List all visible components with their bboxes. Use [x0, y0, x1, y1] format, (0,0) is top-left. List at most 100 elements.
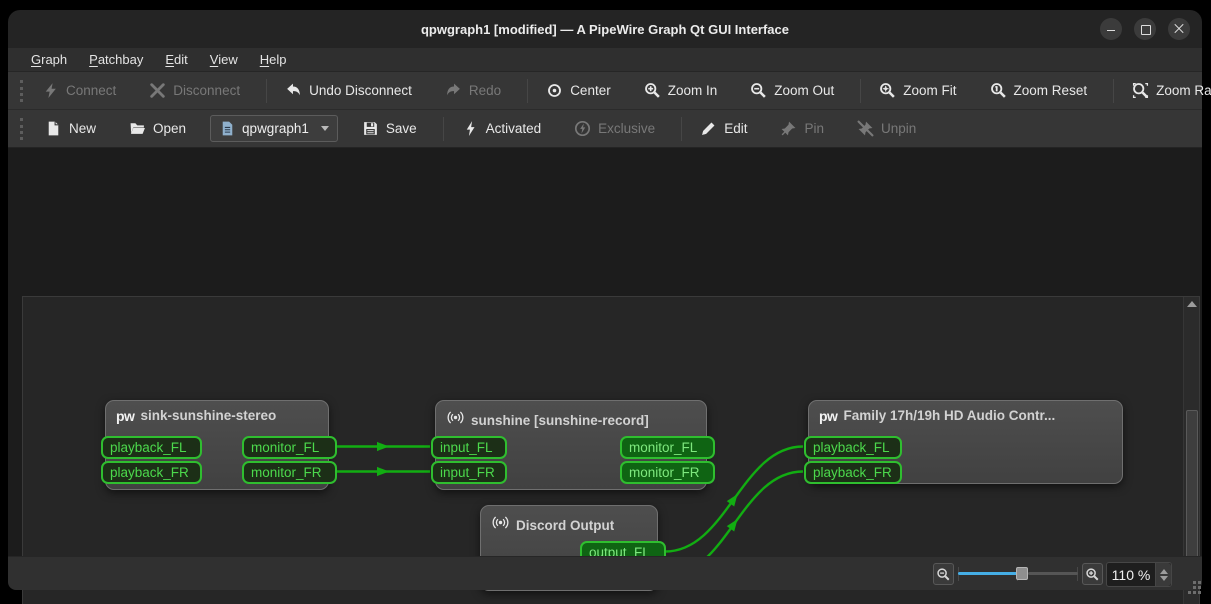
pipewire-icon: pw — [116, 407, 135, 424]
zoom-spinbox[interactable]: 110 % — [1106, 562, 1172, 587]
node-header: pw sink-sunshine-stereo — [106, 401, 328, 423]
exclusive-icon — [574, 120, 591, 137]
zoom-slider-filled[interactable] — [958, 572, 1018, 575]
toolbar-file: New Open qpwgraph1 Save Activated Exclusive Ed… — [8, 110, 1202, 148]
menu-patchbay[interactable]: Patchbay — [80, 49, 152, 70]
port-out-monitor-fl[interactable]: monitor_FL — [242, 436, 337, 459]
port-in-playback-fl[interactable]: playback_FL — [101, 436, 202, 459]
pipewire-icon: pw — [819, 407, 838, 424]
menubar: Graph Patchbay Edit View Help — [8, 48, 1202, 72]
toolbar-separator — [681, 116, 683, 141]
toolbar-main: Connect Disconnect Undo Disconnect Redo Cent… — [8, 72, 1211, 110]
zoom-reset-button[interactable]: Zoom Reset — [981, 77, 1097, 104]
node-sink-sunshine-stereo[interactable]: pw sink-sunshine-stereo playback_FL playbac… — [101, 400, 337, 490]
zoom-range-button[interactable]: Zoom Range — [1123, 77, 1211, 104]
port-in-playback-fr[interactable]: playback_FR — [804, 461, 902, 484]
menu-view[interactable]: View — [201, 49, 247, 70]
save-button[interactable]: Save — [353, 115, 426, 142]
toolbar-button-label: Save — [385, 121, 417, 136]
port-in-playback-fr[interactable]: playback_FR — [101, 461, 202, 484]
node-family-hd-audio[interactable]: pw Family 17h/19h HD Audio Contr... playba… — [804, 400, 1123, 484]
zoom-in-button[interactable] — [1082, 563, 1103, 585]
connect-button[interactable]: Connect — [33, 77, 125, 104]
port-in-playback-fl[interactable]: playback_FL — [804, 436, 902, 459]
node-title: sunshine [sunshine-record] — [471, 412, 649, 428]
open-icon — [129, 120, 146, 137]
toolbar-button-label: Zoom Fit — [903, 83, 957, 98]
maximize-icon — [1140, 24, 1151, 35]
window-title: qpwgraph1 [modified] — A PipeWire Graph … — [420, 21, 789, 37]
zoom-spin-buttons[interactable] — [1155, 563, 1171, 586]
arrow-up-icon — [1187, 301, 1197, 307]
close-button[interactable] — [1168, 18, 1190, 40]
pin-button[interactable]: Pin — [771, 115, 833, 142]
port-out-monitor-fl[interactable]: monitor_FL — [620, 436, 715, 459]
undo-disconnect-button[interactable]: Undo Disconnect — [276, 77, 421, 104]
toolbar-button-label: Undo Disconnect — [309, 83, 412, 98]
zoom-out-button[interactable]: Zoom Out — [741, 77, 843, 104]
port-out-monitor-fr[interactable]: monitor_FR — [242, 461, 337, 484]
toolbar-separator — [442, 116, 444, 141]
center-button[interactable]: Center — [537, 77, 620, 104]
toolbar-button-label: Exclusive — [598, 121, 656, 136]
toolbar-button-label: Connect — [66, 83, 117, 98]
close-icon — [1174, 24, 1184, 34]
undo-icon — [285, 82, 302, 99]
edit-icon — [700, 120, 717, 137]
node-header: Discord Output — [481, 506, 657, 537]
toolbar-separator — [1113, 78, 1115, 103]
chevron-down-icon — [320, 126, 329, 131]
spin-up-icon — [1159, 568, 1168, 574]
node-sunshine[interactable]: sunshine [sunshine-record] input_FL input_… — [431, 400, 715, 490]
menu-edit[interactable]: Edit — [156, 49, 196, 70]
redo-button[interactable]: Redo — [436, 77, 510, 104]
zoom-in-button[interactable]: Zoom In — [635, 77, 727, 104]
unpin-icon — [857, 120, 874, 137]
node-header: sunshine [sunshine-record] — [436, 401, 706, 432]
stream-icon — [446, 408, 465, 432]
vertical-scroll-handle[interactable] — [1186, 410, 1198, 575]
zoom-out-icon — [750, 82, 767, 99]
spin-down-icon — [1159, 575, 1168, 581]
node-title: sink-sunshine-stereo — [140, 408, 277, 423]
zoom-fit-icon — [879, 82, 896, 99]
connect-icon — [42, 82, 59, 99]
unpin-button[interactable]: Unpin — [848, 115, 925, 142]
activated-button[interactable]: Activated — [453, 115, 551, 142]
toolbar-button-label: Activated — [485, 121, 542, 136]
disconnect-icon — [149, 82, 166, 99]
zoom-out-button[interactable] — [933, 563, 954, 585]
statusbar: 110 % — [8, 556, 1202, 590]
size-grip[interactable] — [1193, 581, 1196, 584]
maximize-button[interactable] — [1134, 18, 1156, 40]
scroll-up-button[interactable] — [1185, 297, 1199, 311]
zoom-reset-icon — [990, 82, 1007, 99]
menu-help[interactable]: Help — [251, 49, 296, 70]
port-in-input-fr[interactable]: input_FR — [431, 461, 507, 484]
edit-button[interactable]: Edit — [691, 115, 756, 142]
titlebar[interactable]: qpwgraph1 [modified] — A PipeWire Graph … — [8, 10, 1202, 48]
activated-icon — [462, 120, 479, 137]
exclusive-button[interactable]: Exclusive — [565, 115, 664, 142]
zoom-slider-track[interactable] — [1028, 572, 1078, 575]
toolbar-button-label: Center — [570, 83, 611, 98]
stream-icon — [491, 513, 510, 537]
minimize-button[interactable] — [1100, 18, 1122, 40]
menu-graph[interactable]: Graph — [22, 49, 76, 70]
toolbar-drag-handle[interactable] — [20, 79, 23, 102]
disconnect-button[interactable]: Disconnect — [140, 77, 249, 104]
open-button[interactable]: Open — [120, 115, 195, 142]
patchbay-selector[interactable]: qpwgraph1 — [210, 115, 338, 142]
port-out-monitor-fr[interactable]: monitor_FR — [620, 461, 715, 484]
new-button[interactable]: New — [36, 115, 105, 142]
node-title: Discord Output — [516, 517, 615, 533]
window-controls — [1100, 18, 1190, 40]
toolbar-separator — [266, 78, 268, 103]
toolbar-drag-handle[interactable] — [20, 117, 26, 140]
node-title: Family 17h/19h HD Audio Contr... — [843, 408, 1056, 423]
file-icon — [219, 120, 236, 137]
zoom-slider-handle[interactable] — [1016, 567, 1028, 580]
zoom-fit-button[interactable]: Zoom Fit — [870, 77, 965, 104]
toolbar-separator — [860, 78, 862, 103]
port-in-input-fl[interactable]: input_FL — [431, 436, 507, 459]
